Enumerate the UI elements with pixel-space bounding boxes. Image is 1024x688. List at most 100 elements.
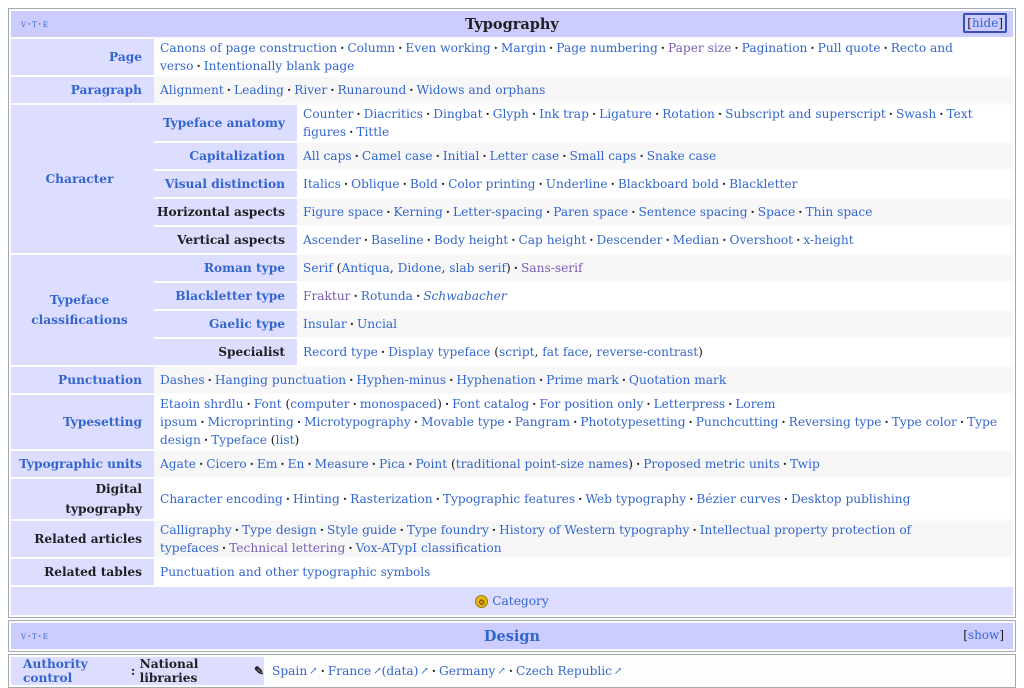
link-b-zier-curves[interactable]: Bézier curves [696,492,780,506]
link-letter-case[interactable]: Letter case [490,149,560,163]
group-label-visual-distinction[interactable]: Visual distinction [154,171,297,197]
link-pangram[interactable]: Pangram [515,415,570,429]
link-runaround[interactable]: Runaround [337,83,406,97]
vte-talk-link[interactable]: t [32,19,37,30]
link-initial[interactable]: Initial [443,149,480,163]
link-technical-lettering[interactable]: Technical lettering [229,541,345,555]
link-etaoin-shrdlu[interactable]: Etaoin shrdlu [160,397,244,411]
link-point[interactable]: Point [415,457,447,471]
link-proposed-metric-units[interactable]: Proposed metric units [643,457,780,471]
group-label-typesetting[interactable]: Typesetting [11,395,154,449]
pencil-icon[interactable]: ✎ [254,664,264,678]
group-label-typeface-classifications[interactable]: Typeface classifications [11,255,154,365]
link-snake-case[interactable]: Snake case [647,149,717,163]
link-em[interactable]: Em [257,457,277,471]
link-kerning[interactable]: Kerning [394,205,443,219]
link-all-caps[interactable]: All caps [303,149,352,163]
link-measure[interactable]: Measure [315,457,369,471]
link-hanging-punctuation[interactable]: Hanging punctuation [215,373,346,387]
link-list[interactable]: list [276,433,295,447]
link-hyphen-minus[interactable]: Hyphen-minus [356,373,446,387]
link-computer[interactable]: computer [290,397,349,411]
link-font[interactable]: Font [254,397,282,411]
link-rasterization[interactable]: Rasterization [350,492,432,506]
link-uncial[interactable]: Uncial [357,317,397,331]
group-label-blackletter-type[interactable]: Blackletter type [154,283,297,309]
link-even-working[interactable]: Even working [405,41,490,55]
link-monospaced[interactable]: monospaced [360,397,437,411]
link-typeface[interactable]: Typeface [211,433,267,447]
link-paren-space[interactable]: Paren space [553,205,628,219]
link-france[interactable]: France [328,664,371,678]
link-x-height[interactable]: x-height [803,233,853,247]
link-pagination[interactable]: Pagination [742,41,808,55]
link-hinting[interactable]: Hinting [293,492,340,506]
link-desktop-publishing[interactable]: Desktop publishing [791,492,910,506]
group-label-typeface-anatomy[interactable]: Typeface anatomy [154,105,297,141]
group-label-capitalization[interactable]: Capitalization [154,143,297,169]
link-blackletter[interactable]: Blackletter [729,177,797,191]
link-record-type[interactable]: Record type [303,345,378,359]
link-baseline[interactable]: Baseline [371,233,424,247]
vte-view-link[interactable]: v [21,19,27,30]
link-punctuation-and-other-typographic-symbols[interactable]: Punctuation and other typographic symbol… [160,565,430,579]
link-intentionally-blank-page[interactable]: Intentionally blank page [204,59,355,73]
link-sans-serif[interactable]: Sans-serif [521,261,583,275]
link-history-of-western-typography[interactable]: History of Western typography [499,523,689,537]
link-ink-trap[interactable]: Ink trap [539,107,589,121]
link-body-height[interactable]: Body height [434,233,508,247]
link-phototypesetting[interactable]: Phototypesetting [580,415,685,429]
link-calligraphy[interactable]: Calligraphy [160,523,232,537]
group-label-page[interactable]: Page [11,39,154,75]
group-label-character[interactable]: Character [11,105,154,253]
vte-talk-link[interactable]: t [32,631,37,642]
link-type-color[interactable]: Type color [892,415,957,429]
link-pica[interactable]: Pica [379,457,405,471]
link-traditional-point-size-names[interactable]: traditional point-size names [456,457,628,471]
link-thin-space[interactable]: Thin space [805,205,872,219]
group-label-roman-type[interactable]: Roman type [154,255,297,281]
link-czech-republic[interactable]: Czech Republic [516,664,612,678]
group-label-punctuation[interactable]: Punctuation [11,367,154,393]
link-data[interactable]: (data) [382,664,419,678]
link-subscript-and-superscript[interactable]: Subscript and superscript [725,107,886,121]
link-style-guide[interactable]: Style guide [327,523,397,537]
link-page-numbering[interactable]: Page numbering [556,41,657,55]
link-counter[interactable]: Counter [303,107,353,121]
link-fat-face[interactable]: fat face [542,345,588,359]
link-bold[interactable]: Bold [410,177,438,191]
category-link[interactable]: Category [492,594,549,608]
link-river[interactable]: River [294,83,327,97]
link-ligature[interactable]: Ligature [599,107,652,121]
link-canons-of-page-construction[interactable]: Canons of page construction [160,41,337,55]
group-label-paragraph[interactable]: Paragraph [11,77,154,103]
link-prime-mark[interactable]: Prime mark [546,373,619,387]
link-space[interactable]: Space [758,205,795,219]
link-punchcutting[interactable]: Punchcutting [696,415,779,429]
link-twip[interactable]: Twip [790,457,820,471]
link-overshoot[interactable]: Overshoot [729,233,793,247]
link-vox-atypi-classification[interactable]: Vox-ATypI classification [356,541,502,555]
link-germany[interactable]: Germany [439,664,495,678]
link-type-design[interactable]: Type design [242,523,317,537]
group-label-gaelic-type[interactable]: Gaelic type [154,311,297,337]
link-margin[interactable]: Margin [501,41,546,55]
link-for-position-only[interactable]: For position only [539,397,643,411]
link-hyphenation[interactable]: Hyphenation [456,373,535,387]
vte-view-link[interactable]: v [21,631,27,642]
link-web-typography[interactable]: Web typography [585,492,686,506]
link-microtypography[interactable]: Microtypography [304,415,411,429]
design-title-link[interactable]: Design [484,628,540,645]
link-microprinting[interactable]: Microprinting [208,415,294,429]
link-oblique[interactable]: Oblique [351,177,399,191]
link-ascender[interactable]: Ascender [303,233,361,247]
link-antiqua[interactable]: Antiqua [341,261,389,275]
link-letter-spacing[interactable]: Letter-spacing [453,205,543,219]
link-dashes[interactable]: Dashes [160,373,205,387]
link-pull-quote[interactable]: Pull quote [818,41,881,55]
link-slab-serif[interactable]: slab serif [449,261,506,275]
link-descender[interactable]: Descender [597,233,663,247]
link-display-typeface[interactable]: Display typeface [388,345,490,359]
link-letterpress[interactable]: Letterpress [654,397,726,411]
link-paper-size[interactable]: Paper size [668,41,731,55]
